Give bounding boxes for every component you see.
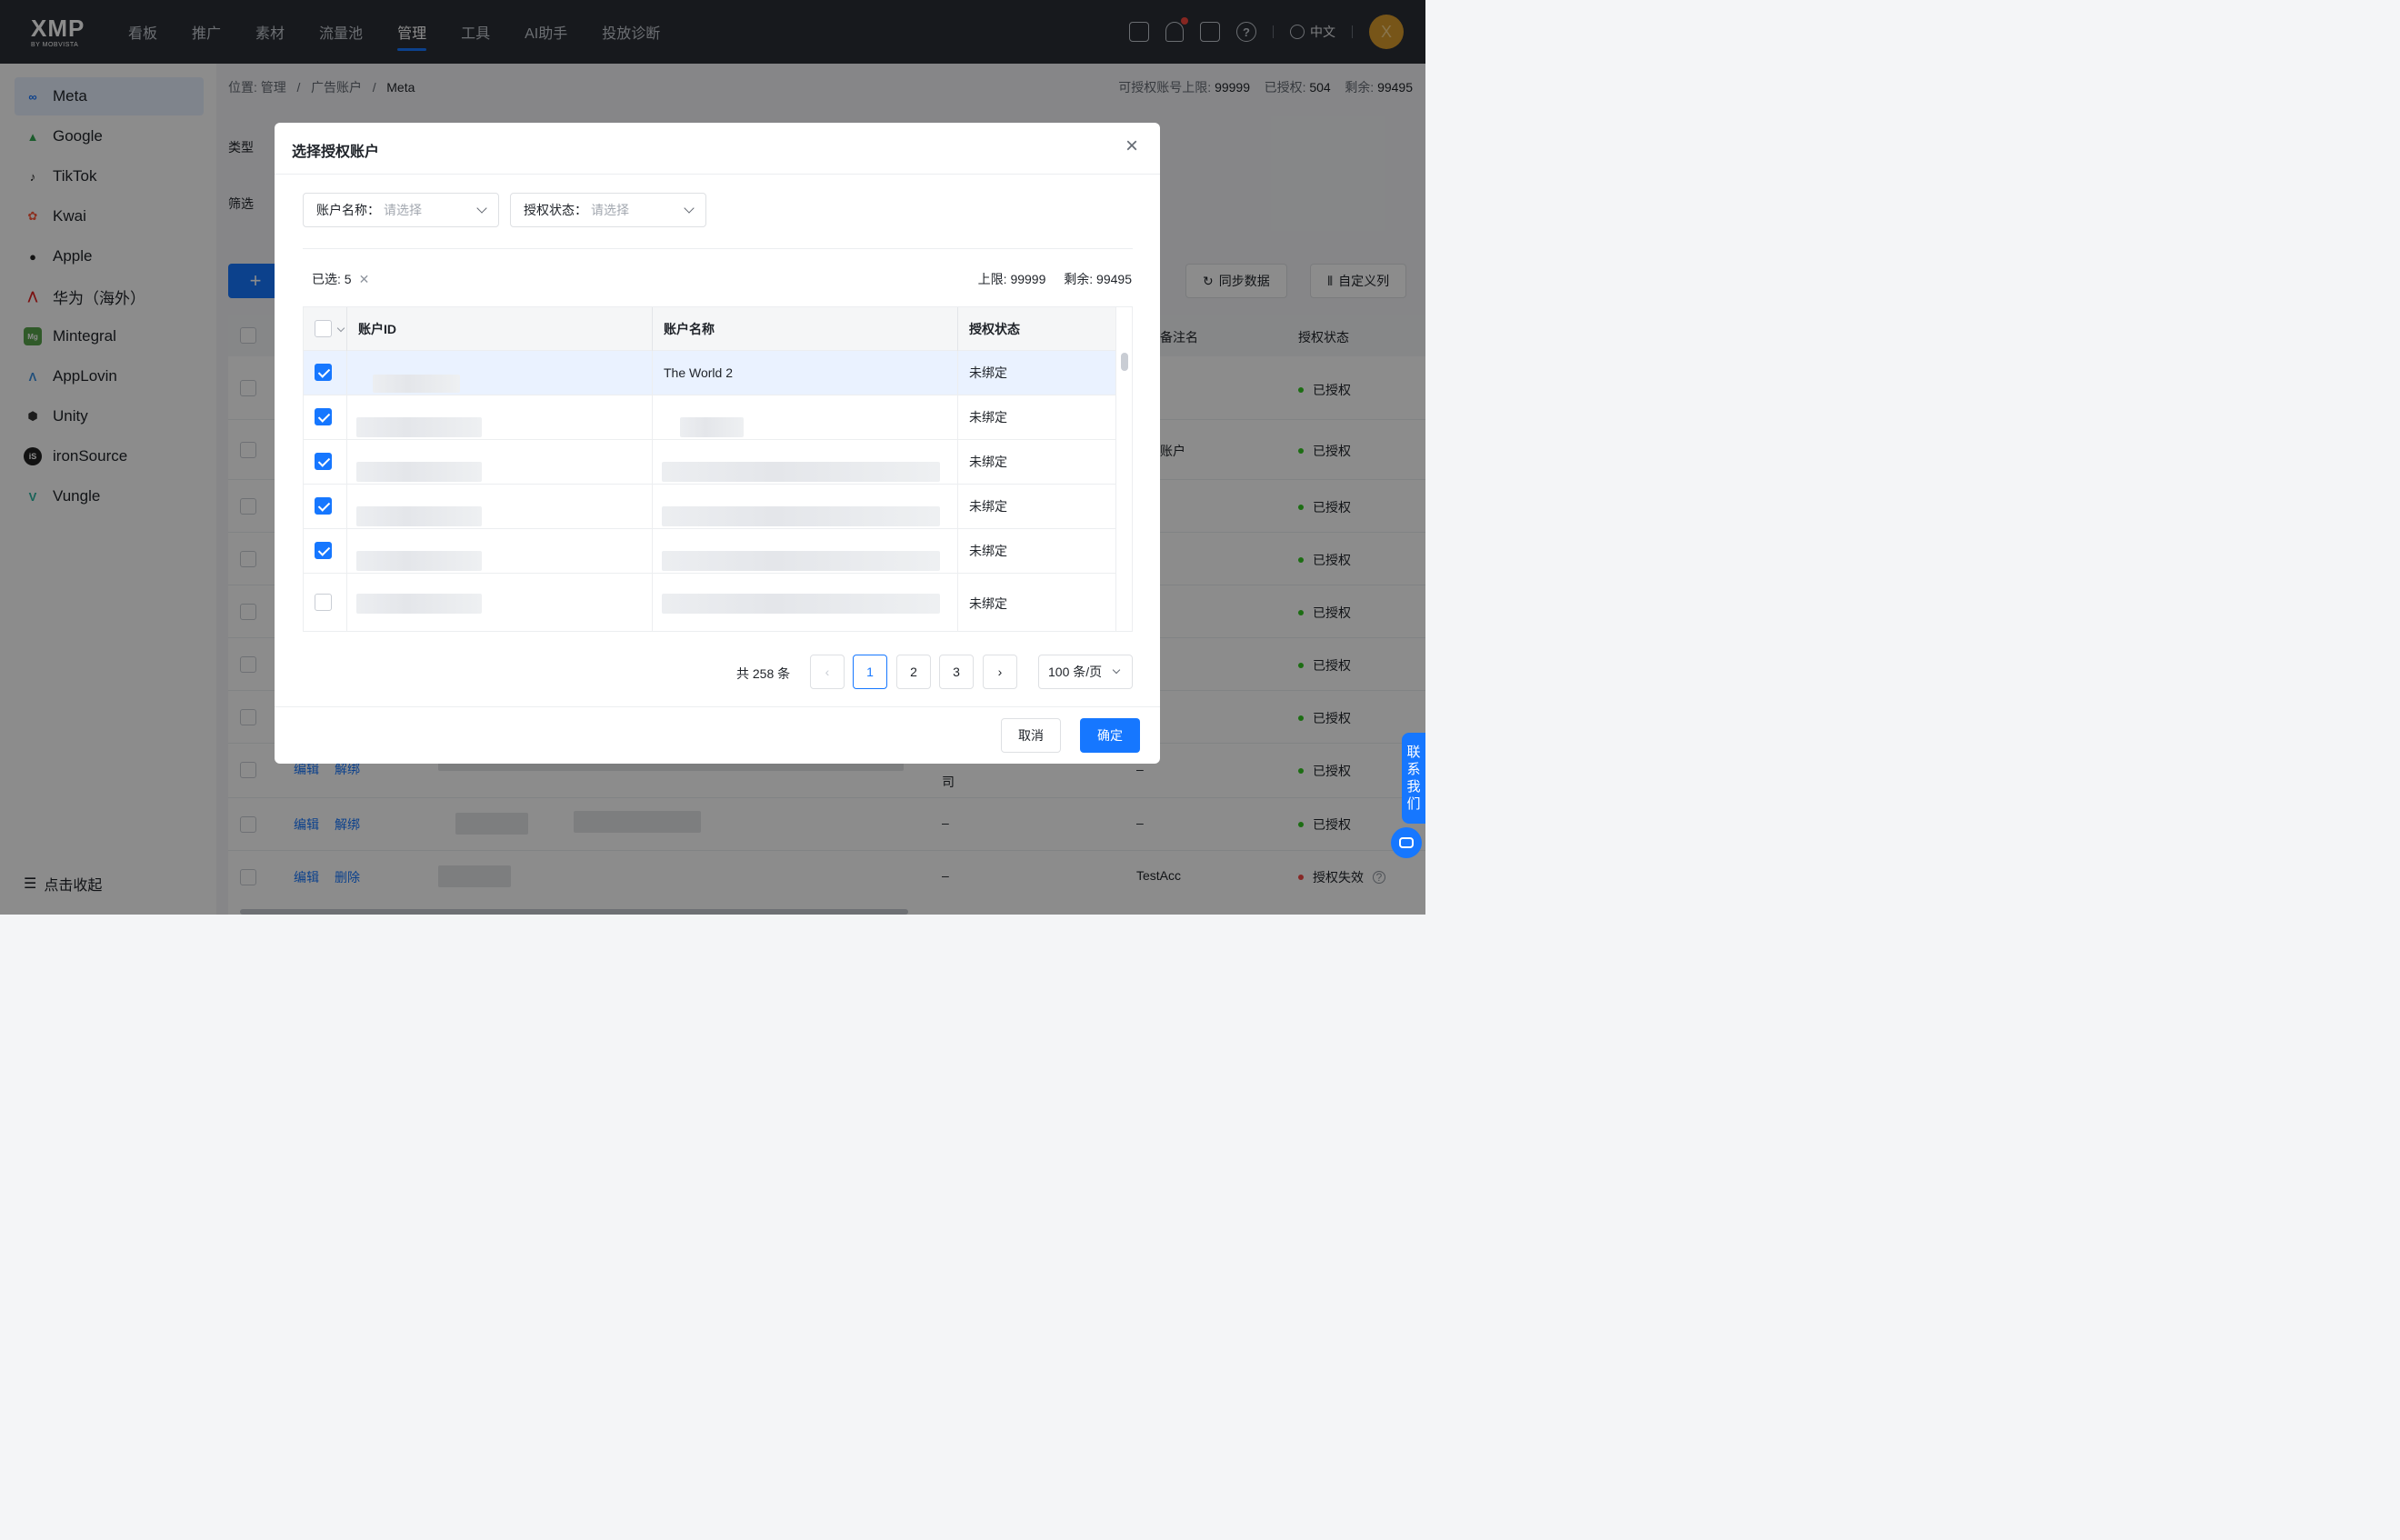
table-row[interactable]: 未绑定: [304, 574, 1116, 631]
selected-count-text: 已选: 5: [312, 272, 352, 286]
chevron-down-icon[interactable]: [336, 324, 345, 333]
account-id-cell: [346, 485, 652, 528]
redacted-account-id: [356, 551, 482, 571]
clear-selection-icon[interactable]: ✕: [359, 272, 370, 287]
redacted-account-name: [662, 551, 940, 571]
cancel-button[interactable]: 取消: [1001, 718, 1061, 753]
select-all-checkbox[interactable]: [315, 320, 332, 337]
auth-status-cell: 未绑定: [957, 395, 1116, 439]
modal-limit: 上限: 99999: [977, 272, 1046, 286]
account-name-cell: [652, 440, 957, 484]
redacted-account-name: [662, 462, 940, 482]
table-row[interactable]: 未绑定: [304, 440, 1116, 485]
scrollbar-thumb[interactable]: [1121, 353, 1128, 371]
row-checkbox[interactable]: [315, 497, 332, 515]
table-row[interactable]: 未绑定: [304, 395, 1116, 440]
divider: [275, 174, 1160, 175]
selected-count: 已选: 5 ✕: [312, 270, 369, 288]
table-header: 账户ID 账户名称 授权状态: [304, 307, 1116, 351]
select-account-dialog: 选择授权账户 × 账户名称： 请选择 授权状态： 请选择 已选: 5 ✕ 上限:…: [275, 123, 1160, 764]
account-name-cell: [652, 485, 957, 528]
chevron-down-icon: [476, 203, 487, 214]
close-icon[interactable]: ×: [1122, 135, 1142, 157]
auth-status-cell: 未绑定: [957, 574, 1116, 631]
auth-status-select[interactable]: 授权状态： 请选择: [510, 193, 706, 227]
page-3-button[interactable]: 3: [939, 655, 974, 689]
row-checkbox[interactable]: [315, 542, 332, 559]
redacted-account-name: [680, 417, 744, 437]
pagination-total: 共 258 条: [736, 666, 791, 681]
redacted-account-id: [356, 417, 482, 437]
select-label: 授权状态：: [524, 203, 587, 217]
row-checkbox[interactable]: [315, 408, 332, 425]
chevron-down-icon: [1112, 665, 1121, 675]
table-row[interactable]: 未绑定: [304, 485, 1116, 529]
account-id-cell: [346, 351, 652, 395]
chat-icon[interactable]: [1391, 827, 1422, 858]
redacted-account-id: [373, 375, 460, 393]
account-name-cell: [652, 574, 957, 631]
account-name-cell: [652, 395, 957, 439]
account-id-cell: [346, 440, 652, 484]
select-placeholder: 请选择: [384, 203, 422, 217]
modal-remaining: 剩余: 99495: [1064, 272, 1132, 286]
auth-status-cell: 未绑定: [957, 485, 1116, 528]
confirm-button[interactable]: 确定: [1080, 718, 1140, 753]
page-2-button[interactable]: 2: [896, 655, 931, 689]
redacted-account-id: [356, 594, 482, 614]
redacted-account-id: [356, 506, 482, 526]
account-select-table: 账户ID 账户名称 授权状态 The World 2 未绑定 未绑定 未绑定 未: [303, 306, 1133, 632]
row-checkbox[interactable]: [315, 594, 332, 611]
column-account-id: 账户ID: [346, 307, 652, 351]
column-auth-status: 授权状态: [957, 307, 1116, 351]
next-page-button[interactable]: ›: [983, 655, 1017, 689]
auth-status-cell: 未绑定: [957, 351, 1116, 395]
contact-char: 系: [1406, 762, 1421, 777]
contact-char: 联: [1406, 745, 1421, 760]
vertical-scrollbar[interactable]: [1115, 307, 1132, 631]
account-id-cell: [346, 529, 652, 573]
auth-status-cell: 未绑定: [957, 529, 1116, 573]
modal-quota: 上限: 99999 剩余: 99495: [978, 270, 1132, 288]
redacted-account-name: [662, 594, 940, 614]
auth-status-cell: 未绑定: [957, 440, 1116, 484]
dialog-title: 选择授权账户: [292, 145, 380, 160]
row-checkbox[interactable]: [315, 364, 332, 381]
divider: [303, 248, 1133, 249]
contact-us-button[interactable]: 联 系 我 们: [1402, 733, 1425, 824]
contact-char: 们: [1406, 796, 1421, 812]
page-size-select[interactable]: 100 条/页: [1038, 655, 1133, 689]
contact-char: 我: [1406, 779, 1421, 795]
row-checkbox[interactable]: [315, 453, 332, 470]
column-account-name: 账户名称: [652, 307, 957, 351]
account-id-cell: [346, 395, 652, 439]
divider: [275, 706, 1160, 707]
account-name-cell: [652, 529, 957, 573]
select-placeholder: 请选择: [591, 203, 629, 217]
account-id-cell: [346, 574, 652, 631]
prev-page-button[interactable]: ‹: [810, 655, 845, 689]
select-label: 账户名称：: [316, 203, 380, 217]
account-name-select[interactable]: 账户名称： 请选择: [303, 193, 499, 227]
redacted-account-id: [356, 462, 482, 482]
page-1-button[interactable]: 1: [853, 655, 887, 689]
page-size-label: 100 条/页: [1048, 665, 1103, 679]
redacted-account-name: [662, 506, 940, 526]
table-row[interactable]: The World 2 未绑定: [304, 351, 1116, 395]
chevron-down-icon: [684, 203, 695, 214]
table-row[interactable]: 未绑定: [304, 529, 1116, 574]
account-name-cell: The World 2: [652, 351, 957, 395]
